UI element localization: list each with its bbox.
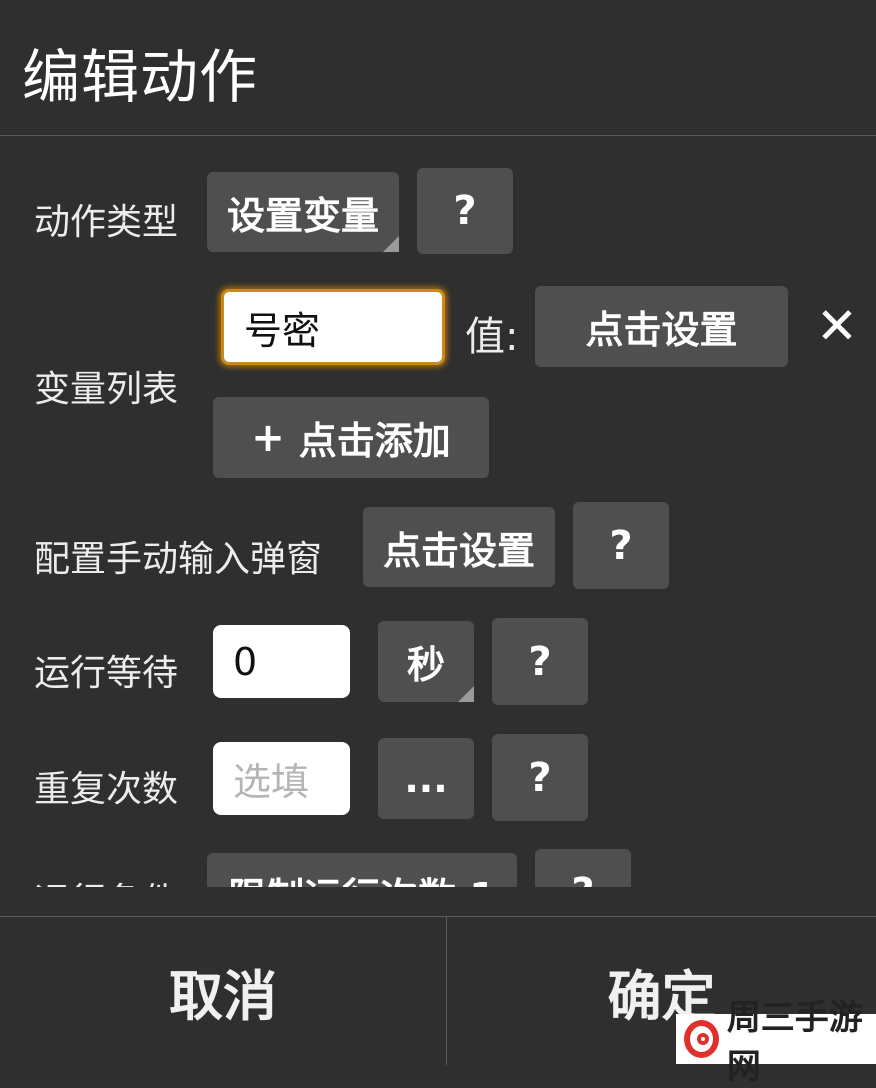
run-wait-unit-dropdown[interactable]: 秒	[378, 621, 474, 702]
dialog-title: 编辑动作	[22, 43, 259, 111]
manual-input-label: 配置手动输入弹窗	[34, 539, 323, 580]
watermark: 周三手游网	[676, 998, 876, 1087]
run-wait-help-button[interactable]: ?	[492, 618, 588, 705]
repeat-help-button[interactable]: ?	[492, 734, 588, 821]
action-type-help-button[interactable]: ?	[417, 168, 513, 254]
variable-list-label: 变量列表	[34, 369, 179, 410]
run-condition-dropdown[interactable]: 限制运行次数 1	[207, 853, 517, 887]
variable-value-label: 值:	[465, 314, 519, 360]
run-wait-input[interactable]: 0	[213, 625, 350, 698]
variable-name-value: 号密	[244, 308, 321, 353]
dialog-content: 动作类型 设置变量 ? 变量列表 号密 值: 点击设置 ✕ + 点击添加 配置手…	[0, 137, 876, 887]
run-condition-label: 运行条件	[34, 872, 178, 887]
manual-input-set-button[interactable]: 点击设置	[363, 507, 555, 587]
run-wait-label: 运行等待	[34, 653, 179, 694]
dialog-header: 编辑动作	[0, 0, 876, 136]
remove-variable-close-icon[interactable]: ✕	[816, 297, 858, 355]
repeat-count-input[interactable]: 选填	[213, 742, 350, 815]
plus-icon: +	[251, 414, 285, 461]
variable-value-set-button[interactable]: 点击设置	[535, 286, 788, 367]
add-variable-label: 点击添加	[298, 419, 451, 463]
action-type-dropdown[interactable]: 设置变量	[207, 172, 399, 252]
run-condition-help-button[interactable]: ?	[535, 849, 631, 887]
variable-name-input[interactable]: 号密	[221, 289, 445, 365]
run-wait-value: 0	[233, 639, 258, 684]
manual-input-help-button[interactable]: ?	[573, 502, 669, 589]
repeat-more-button[interactable]: ...	[378, 738, 474, 819]
repeat-count-placeholder: 选填	[233, 760, 310, 804]
watermark-logo-icon	[684, 1020, 719, 1058]
action-type-label: 动作类型	[34, 202, 179, 243]
cancel-button[interactable]: 取消	[0, 917, 446, 1065]
repeat-count-label: 重复次数	[34, 769, 179, 810]
add-variable-button[interactable]: + 点击添加	[213, 397, 489, 478]
watermark-text: 周三手游网	[726, 998, 863, 1087]
